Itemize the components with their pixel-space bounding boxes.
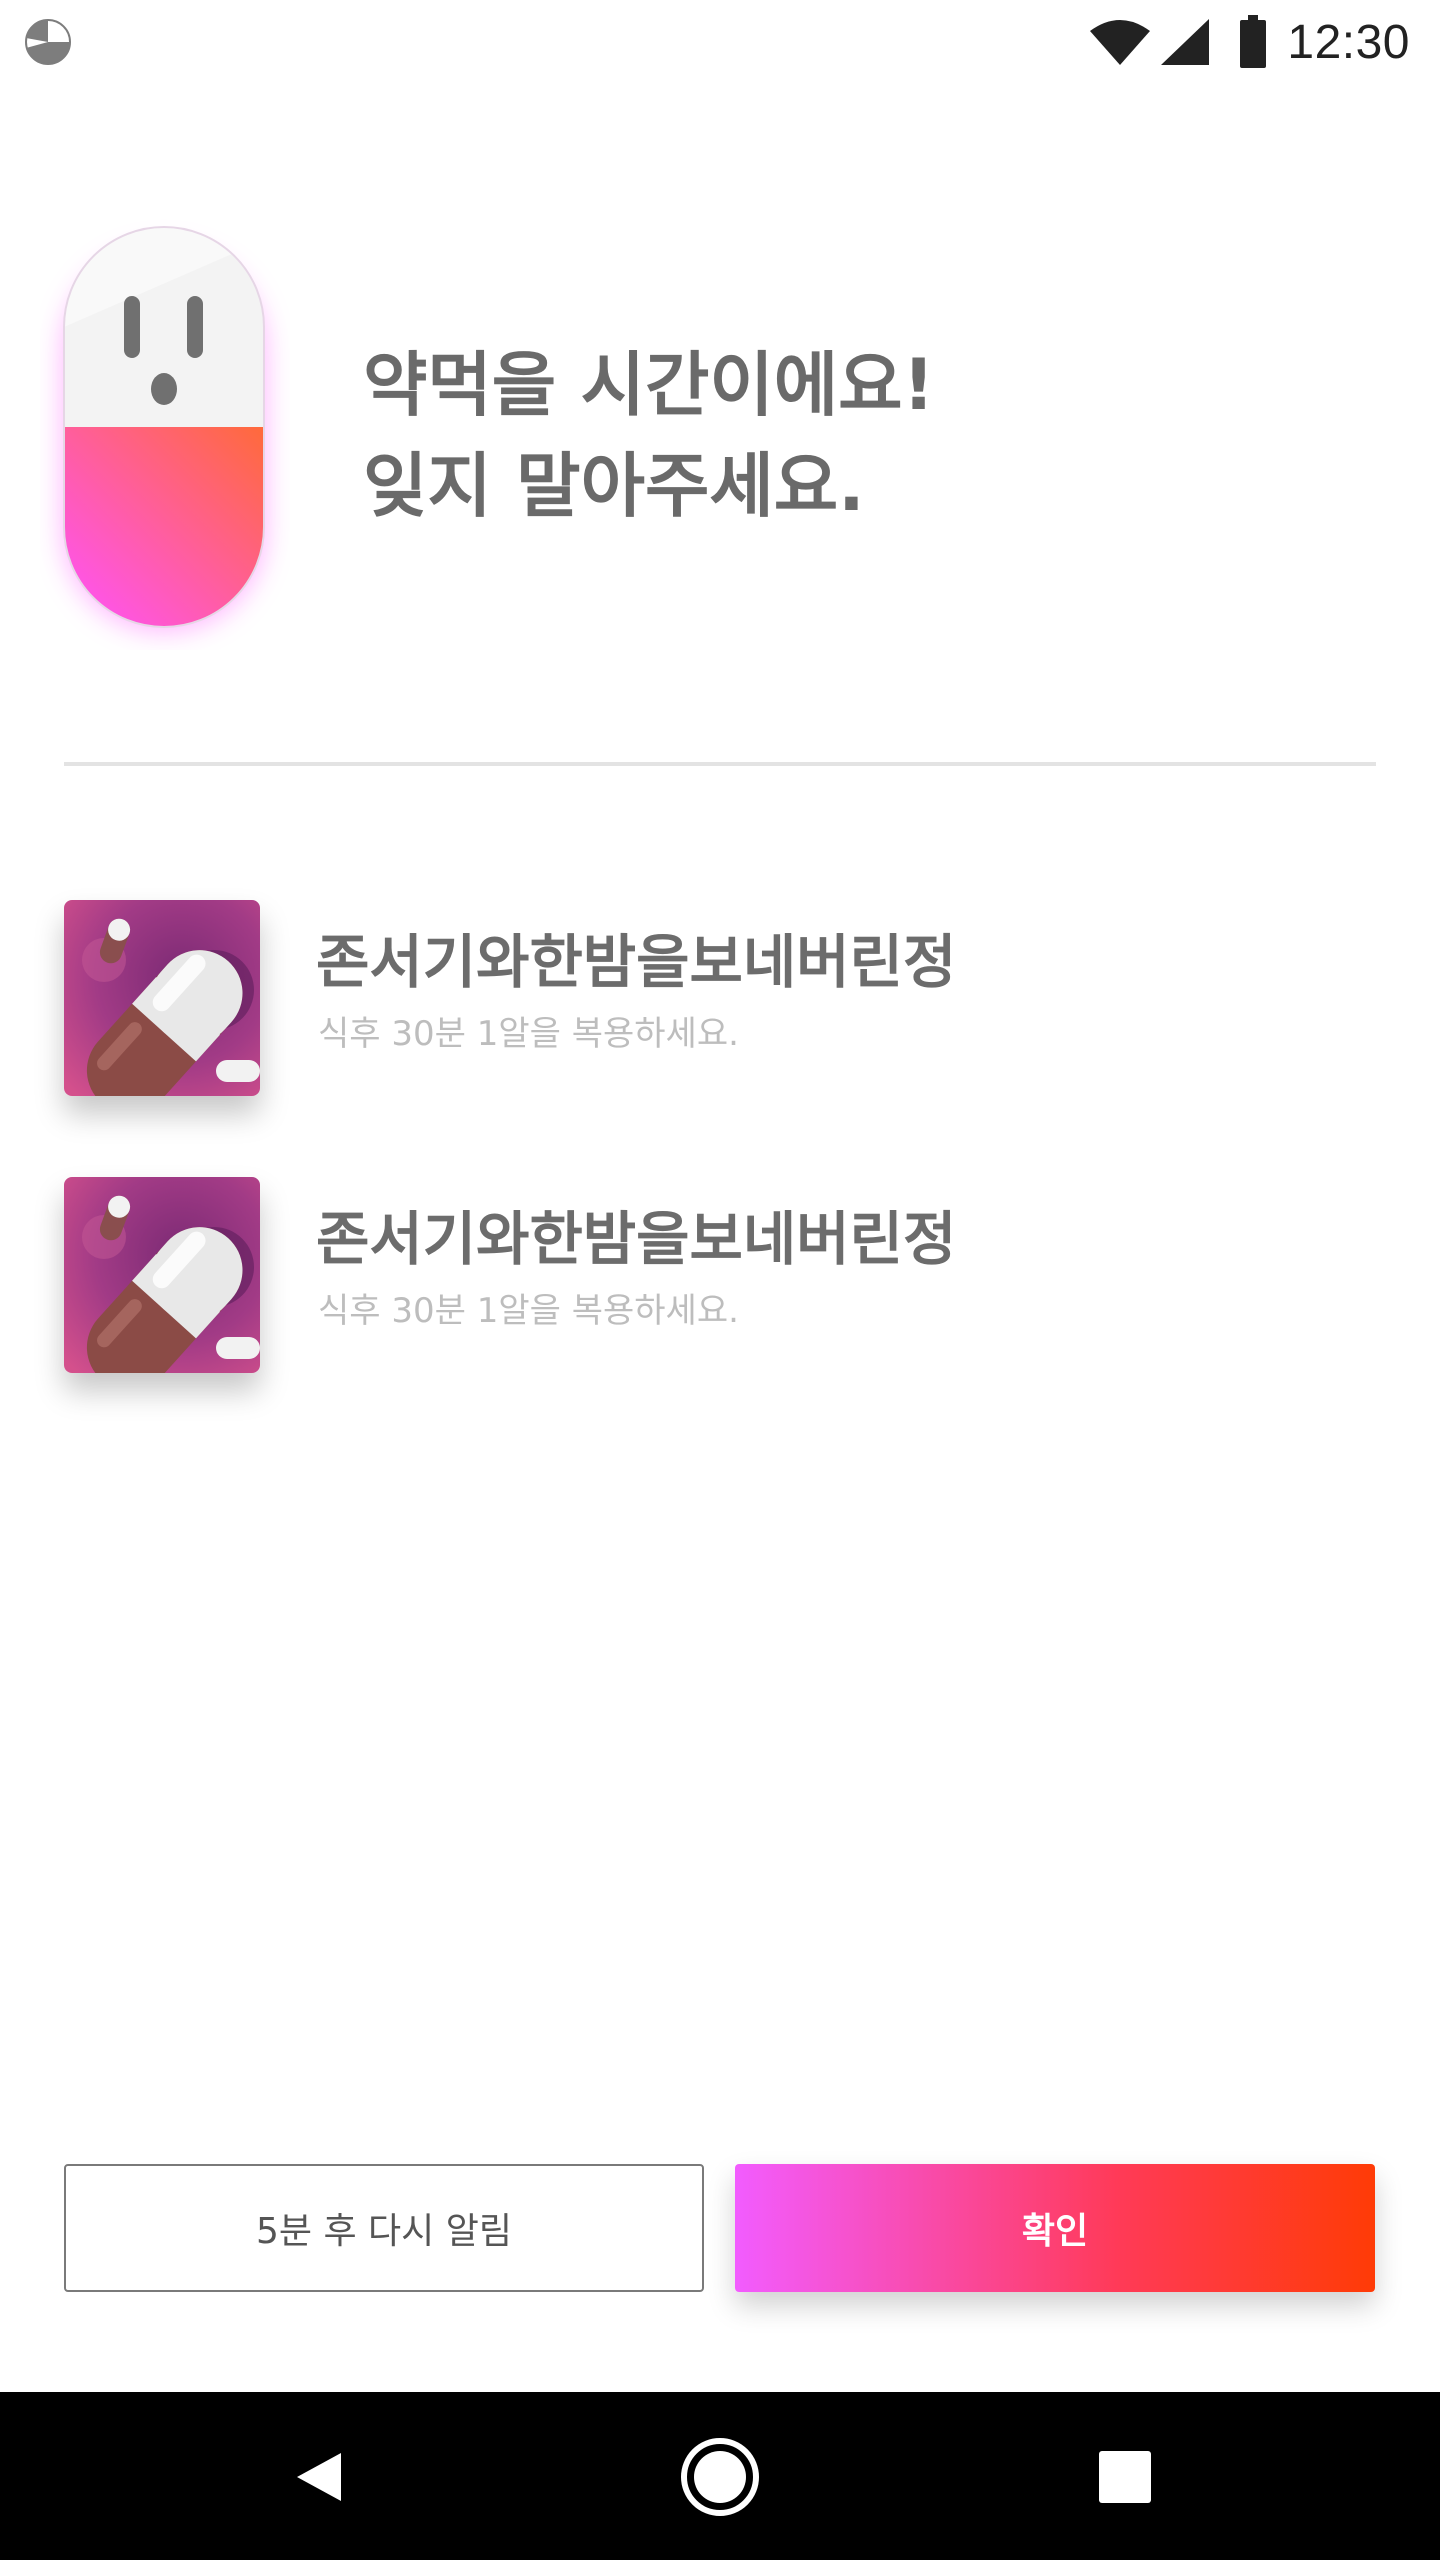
medication-list-item[interactable]: 존서기와한밤을보네버린정 식후 30분 1알을 복용하세요. (64, 900, 1376, 1096)
medication-instruction: 식후 30분 1알을 복용하세요. (318, 1291, 739, 1331)
medication-name: 존서기와한밤을보네버린정 (316, 928, 957, 996)
divider (64, 762, 1376, 766)
wifi-icon (1090, 20, 1151, 65)
cell-signal-icon (1161, 19, 1210, 65)
capsule-photo (64, 1177, 260, 1373)
headline-line-2: 잊지 말아주세요. (363, 445, 865, 527)
headline-line-1: 약먹을 시간이에요! (363, 344, 935, 426)
pill-mascot-icon (63, 226, 265, 630)
medication-list-item[interactable]: 존서기와한밤을보네버린정 식후 30분 1알을 복용하세요. (64, 1177, 1376, 1373)
reminder-headline: 약먹을 시간이에요! 잊지 말아주세요. (363, 335, 1363, 537)
app-notification-icon (25, 19, 71, 65)
status-icons: 12:30 (1089, 12, 1410, 72)
snooze-button[interactable]: 5분 후 다시 알림 (64, 2164, 704, 2292)
medication-name: 존서기와한밤을보네버린정 (316, 1205, 957, 1273)
confirm-button[interactable]: 확인 (735, 2164, 1375, 2292)
back-icon[interactable] (274, 2432, 364, 2522)
system-nav-bar (0, 2392, 1440, 2560)
recents-icon[interactable] (1080, 2432, 1170, 2522)
capsule-photo (64, 900, 260, 1096)
medication-instruction: 식후 30분 1알을 복용하세요. (318, 1014, 739, 1054)
battery-icon (1240, 15, 1267, 68)
status-time: 12:30 (1287, 15, 1410, 69)
home-icon[interactable] (675, 2432, 765, 2522)
medication-reminder-screen: 12:30 약먹을 시간이에요! 잊지 말아주세요. 존서기와한밤을보네버린정 … (0, 0, 1440, 2560)
medication-list: 존서기와한밤을보네버린정 식후 30분 1알을 복용하세요. 존서기와한밤을보네… (64, 900, 1376, 1454)
status-bar: 12:30 (0, 0, 1440, 84)
